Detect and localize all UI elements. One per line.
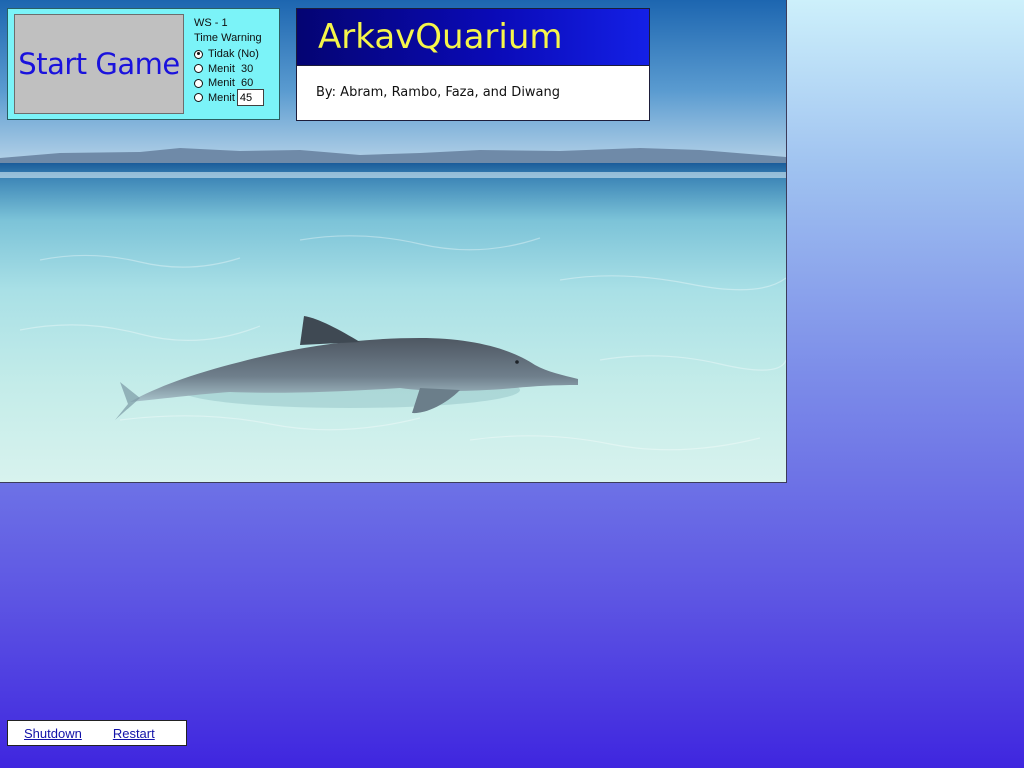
time-warning-group: WS - 1 Time Warning Tidak (No) Menit 30 …	[194, 16, 278, 107]
credits-text: By: Abram, Rambo, Faza, and Diwang	[316, 85, 561, 100]
time-warning-option-custom[interactable]: Menit	[194, 89, 278, 107]
radio-unchecked-icon[interactable]	[194, 78, 203, 88]
option-label: Menit	[208, 91, 235, 104]
radio-unchecked-icon[interactable]	[194, 64, 203, 74]
power-options-bar: Shutdown Restart	[7, 720, 187, 746]
workstation-label: WS - 1	[194, 17, 228, 29]
title-panel: ArkavQuarium By: Abram, Rambo, Faza, and…	[296, 8, 650, 121]
start-game-panel: Start Game WS - 1 Time Warning Tidak (No…	[7, 8, 280, 120]
option-label: Menit 30	[208, 62, 254, 75]
time-warning-option-no[interactable]: Tidak (No)	[194, 47, 278, 62]
restart-link[interactable]: Restart	[113, 726, 155, 741]
option-label: Tidak (No)	[208, 48, 259, 61]
start-game-button[interactable]: Start Game	[14, 14, 184, 114]
option-label: Menit 60	[208, 77, 254, 90]
time-warning-label: Time Warning	[194, 32, 262, 44]
app-title: ArkavQuarium	[297, 9, 649, 66]
custom-minutes-input[interactable]	[236, 89, 264, 107]
radio-unchecked-icon[interactable]	[194, 93, 203, 103]
radio-checked-icon[interactable]	[194, 49, 203, 59]
shutdown-link[interactable]: Shutdown	[24, 726, 82, 741]
time-warning-option-30[interactable]: Menit 30	[194, 62, 278, 77]
